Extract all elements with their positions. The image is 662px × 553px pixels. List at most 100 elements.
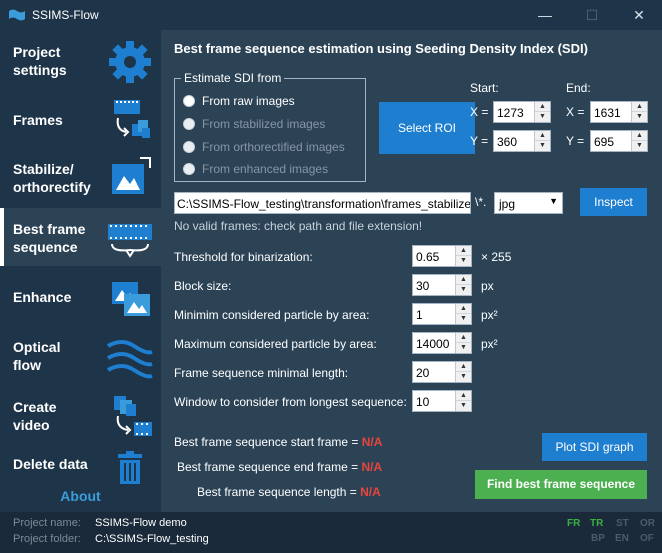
path-status-text: No valid frames: check path and file ext… bbox=[174, 219, 423, 233]
spin-up-icon[interactable]: ▲ bbox=[632, 131, 647, 141]
stage-badge-tr: TR bbox=[590, 518, 604, 529]
threshold-stepper[interactable]: 0.65 ▲ ▼ bbox=[412, 245, 472, 267]
stage-badge-fr: FR bbox=[567, 518, 581, 529]
min-particle-label: Minimim considered particle by area: bbox=[174, 308, 370, 322]
spin-up-icon[interactable]: ▲ bbox=[456, 391, 471, 401]
sidebar-item-create-video[interactable]: Create video bbox=[0, 388, 161, 446]
project-name-value: SSIMS-Flow demo bbox=[95, 517, 187, 529]
select-roi-button[interactable]: Select ROI bbox=[379, 102, 475, 154]
spin-up-icon[interactable]: ▲ bbox=[456, 275, 471, 285]
radio-button[interactable] bbox=[183, 95, 195, 107]
title-bar: SSIMS-Flow — ☐ ✕ bbox=[0, 0, 662, 30]
result-end-frame: Best frame sequence end frame = N/A bbox=[177, 460, 382, 474]
sidebar-item-label: Frames bbox=[13, 112, 63, 128]
result-label: Best frame sequence length = bbox=[197, 485, 357, 499]
filmstrip-icon bbox=[108, 224, 152, 258]
sidebar-item-enhance[interactable]: Enhance bbox=[0, 268, 161, 326]
min-length-label: Frame sequence minimal length: bbox=[174, 366, 349, 380]
max-particle-stepper[interactable]: 14000 ▲ ▼ bbox=[412, 332, 472, 354]
radio-label: From orthorectified images bbox=[202, 140, 345, 154]
start-x-stepper[interactable]: 1273 ▲ ▼ bbox=[493, 101, 551, 123]
path-wildcard-label: \*. bbox=[475, 195, 487, 209]
sidebar-item-label: Create video bbox=[13, 399, 57, 433]
spin-down-icon[interactable]: ▼ bbox=[535, 141, 550, 151]
end-x-stepper[interactable]: 1631 ▲ ▼ bbox=[590, 101, 648, 123]
result-sequence-length: Best frame sequence length = N/A bbox=[197, 485, 381, 499]
sidebar-item-label: Enhance bbox=[13, 289, 72, 305]
end-y-label: Y = bbox=[566, 134, 585, 148]
spin-down-icon[interactable]: ▼ bbox=[456, 343, 471, 353]
sidebar-item-label: Delete data bbox=[13, 456, 88, 472]
group-legend: Estimate SDI from bbox=[181, 71, 285, 85]
stage-badge-st: ST bbox=[616, 518, 629, 529]
result-start-frame: Best frame sequence start frame = N/A bbox=[174, 435, 382, 449]
spin-down-icon[interactable]: ▼ bbox=[632, 141, 647, 151]
flow-waves-icon bbox=[107, 340, 153, 379]
spin-down-icon[interactable]: ▼ bbox=[535, 112, 550, 122]
window-title: SSIMS-Flow bbox=[32, 8, 99, 22]
estimate-sdi-group: Estimate SDI from From raw images From s… bbox=[174, 71, 366, 182]
stage-badge-or: OR bbox=[640, 518, 655, 529]
end-x-label: X = bbox=[566, 105, 585, 119]
start-y-stepper[interactable]: 360 ▲ ▼ bbox=[493, 130, 551, 152]
max-particle-unit: px² bbox=[481, 337, 498, 351]
roi-start-heading: Start: bbox=[470, 81, 499, 95]
radio-button bbox=[183, 163, 195, 175]
spin-up-icon[interactable]: ▲ bbox=[535, 102, 550, 112]
project-folder-value: C:\SSIMS-Flow_testing bbox=[95, 533, 209, 545]
main-panel: Best frame sequence estimation using See… bbox=[161, 30, 662, 512]
maximize-button[interactable]: ☐ bbox=[569, 0, 615, 30]
sidebar-item-label: Stabilize/ orthorectify bbox=[13, 161, 91, 195]
radio-button bbox=[183, 141, 195, 153]
radio-label: From raw images bbox=[202, 94, 295, 108]
spin-down-icon[interactable]: ▼ bbox=[632, 112, 647, 122]
result-value: N/A bbox=[361, 435, 383, 449]
gear-icon bbox=[109, 41, 151, 83]
status-footer: Project name: SSIMS-Flow demo Project fo… bbox=[0, 512, 662, 553]
chevron-down-icon: ▼ bbox=[549, 196, 558, 206]
enhance-image-icon bbox=[112, 282, 150, 316]
threshold-unit: × 255 bbox=[481, 250, 512, 264]
roi-end-heading: End: bbox=[566, 81, 591, 95]
sidebar-item-project-settings[interactable]: Project settings bbox=[0, 32, 161, 90]
block-size-stepper[interactable]: 30 ▲ ▼ bbox=[412, 274, 472, 296]
min-length-stepper[interactable]: 20 ▲ ▼ bbox=[412, 361, 472, 383]
plot-sdi-graph-button[interactable]: Plot SDI graph bbox=[542, 433, 647, 461]
about-link[interactable]: About bbox=[0, 488, 161, 504]
spin-down-icon[interactable]: ▼ bbox=[456, 285, 471, 295]
sidebar-item-best-frame-sequence[interactable]: Best frame sequence bbox=[0, 208, 161, 266]
spin-up-icon[interactable]: ▲ bbox=[456, 246, 471, 256]
min-particle-stepper[interactable]: 1 ▲ ▼ bbox=[412, 303, 472, 325]
spin-down-icon[interactable]: ▼ bbox=[456, 256, 471, 266]
spin-up-icon[interactable]: ▲ bbox=[456, 362, 471, 372]
spin-down-icon[interactable]: ▼ bbox=[456, 314, 471, 324]
frames-path-input[interactable]: C:\SSIMS-Flow_testing\transformation\fra… bbox=[174, 192, 471, 214]
window-stepper[interactable]: 10 ▲ ▼ bbox=[412, 390, 472, 412]
close-button[interactable]: ✕ bbox=[616, 0, 662, 30]
inspect-button[interactable]: Inspect bbox=[580, 188, 647, 216]
project-folder-label: Project folder: bbox=[13, 533, 81, 545]
spin-down-icon[interactable]: ▼ bbox=[456, 401, 471, 411]
sidebar-item-frames[interactable]: Frames bbox=[0, 90, 161, 148]
spin-up-icon[interactable]: ▲ bbox=[456, 333, 471, 343]
video-stack-icon bbox=[114, 396, 152, 436]
film-frames-icon bbox=[114, 100, 150, 138]
minimize-button[interactable]: — bbox=[522, 0, 568, 30]
find-best-sequence-button[interactable]: Find best frame sequence bbox=[475, 470, 647, 499]
radio-label: From enhanced images bbox=[202, 162, 329, 176]
stage-badge-bp: BP bbox=[591, 533, 605, 544]
spin-up-icon[interactable]: ▲ bbox=[535, 131, 550, 141]
stage-badge-en: EN bbox=[615, 533, 629, 544]
radio-button bbox=[183, 118, 195, 130]
radio-label: From stabilized images bbox=[202, 117, 326, 131]
end-y-stepper[interactable]: 695 ▲ ▼ bbox=[590, 130, 648, 152]
result-value: N/A bbox=[361, 460, 383, 474]
sidebar-item-stabilize[interactable]: Stabilize/ orthorectify bbox=[0, 148, 161, 206]
spin-up-icon[interactable]: ▲ bbox=[632, 102, 647, 112]
threshold-label: Threshold for binarization: bbox=[174, 250, 313, 264]
sidebar-item-optical-flow[interactable]: Optical flow bbox=[0, 328, 161, 386]
extension-select[interactable]: jpg ▼ bbox=[494, 192, 563, 214]
result-label: Best frame sequence start frame = bbox=[174, 435, 359, 449]
spin-down-icon[interactable]: ▼ bbox=[456, 372, 471, 382]
spin-up-icon[interactable]: ▲ bbox=[456, 304, 471, 314]
